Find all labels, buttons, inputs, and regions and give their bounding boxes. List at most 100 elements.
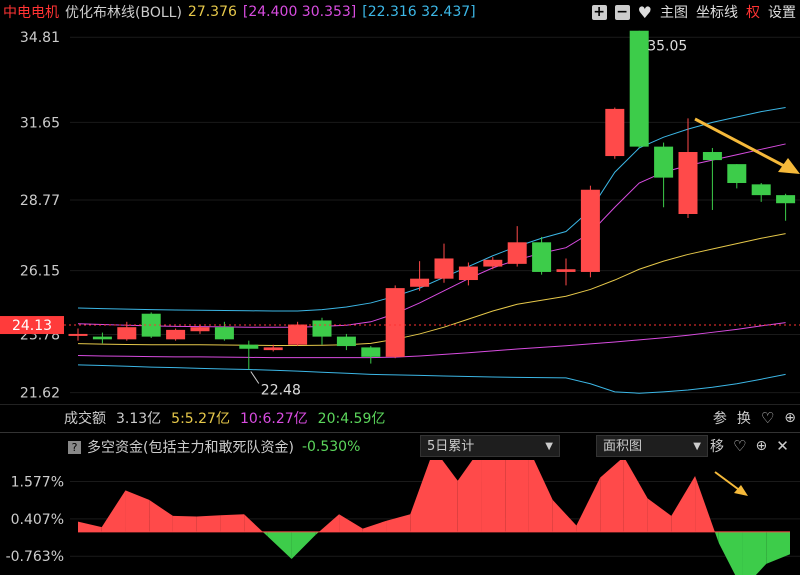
price-tick-label: 34.81 <box>20 30 60 46</box>
settings-button[interactable]: 设置 <box>768 2 796 22</box>
candle-body <box>702 152 722 161</box>
stock-name[interactable]: 中电电机 <box>3 2 59 22</box>
indicator-area-segment <box>220 514 245 532</box>
price-tick-label: 28.77 <box>20 193 60 209</box>
indicator-area-segment <box>262 531 268 537</box>
header-toolbar: + − ♥ 主图 坐标线 权 设置 <box>591 0 796 24</box>
current-price-label: 24.13 <box>12 318 52 334</box>
volume-ma10: 10:6.27亿 <box>239 411 308 427</box>
indicator-area <box>78 460 790 575</box>
boll-bands <box>77 107 786 394</box>
indicator-area-segment <box>339 514 363 532</box>
indicator-area-segment <box>434 460 458 532</box>
indicator-area-segment <box>291 531 316 560</box>
indicator-area-segment <box>481 460 506 532</box>
indicator-chart[interactable]: 1.577% 0.407% -0.763% <box>0 460 800 575</box>
zoom-icon[interactable]: ⊕ <box>755 438 767 454</box>
indicator-name-label[interactable]: 多空资金(包括主力和敢死队资金) <box>87 437 294 457</box>
indicator-area-segment <box>125 490 150 532</box>
favorite-heart-icon[interactable]: ♥ <box>638 3 652 22</box>
boll-line-mid <box>77 233 786 347</box>
indicator-tick-label: 0.407% <box>11 512 64 528</box>
low-price-pointer <box>250 371 260 384</box>
candle-body <box>507 242 527 264</box>
candle-body <box>312 320 332 337</box>
candle-body <box>336 336 356 347</box>
boll-line-lower1 <box>77 322 786 359</box>
zoom-in-icon[interactable]: + <box>591 4 607 20</box>
low-price-label: 22.48 <box>261 383 301 399</box>
volume-bar: 成交额 3.13亿 5:5.27亿 10:6.27亿 20:4.59亿 参 换 … <box>0 404 800 431</box>
boll-line-lower2 <box>77 364 786 394</box>
candle-body <box>385 288 405 357</box>
price-grid <box>70 36 800 394</box>
candle-body <box>556 269 576 272</box>
style-select-value: 面积图 <box>603 439 643 454</box>
indicator-value: -0.530% <box>301 439 361 455</box>
coordinate-line-button[interactable]: 坐标线 <box>696 2 738 22</box>
candle-body <box>727 164 747 184</box>
trend-arrow-line <box>694 117 791 171</box>
indicator-area-segment <box>600 460 624 532</box>
price-axis: 34.8131.6528.7726.1523.7821.62 <box>20 30 60 401</box>
candle-body <box>166 329 186 340</box>
candle-body <box>532 242 552 272</box>
close-icon[interactable]: ✕ <box>776 437 789 455</box>
period-select[interactable]: 5日累计 ▼ <box>420 435 560 457</box>
indicator-area-segment <box>576 477 601 532</box>
indicator-area-segment <box>671 475 696 532</box>
candle-body <box>580 189 600 272</box>
volume-ma5: 5:5.27亿 <box>171 411 230 427</box>
indicator-area-segment <box>742 531 767 575</box>
indicator-area-segment <box>386 514 411 532</box>
indicator-area-segment <box>528 460 553 532</box>
candle-body <box>605 108 625 157</box>
candle-body <box>751 184 771 196</box>
indicator-toolbar: 移 ♡ ⊕ ✕ <box>710 432 789 460</box>
candle-body <box>410 278 430 287</box>
indicator-area-segment <box>410 460 434 532</box>
price-chart[interactable]: 34.8131.6528.7726.1523.7821.62 35.0522.4… <box>0 24 800 404</box>
indicator-tick-label: -0.763% <box>6 549 64 565</box>
candle-body <box>288 324 308 345</box>
favorite-heart-icon[interactable]: ♡ <box>733 437 746 455</box>
candle-body <box>776 195 796 204</box>
help-icon[interactable]: ? <box>68 440 81 454</box>
candle-body <box>678 152 698 214</box>
rights-button[interactable]: 权 <box>746 2 760 22</box>
indicator-tick-label: 1.577% <box>11 474 64 490</box>
indicator-area-segment <box>647 498 672 532</box>
price-tick-label: 21.62 <box>20 386 60 402</box>
candle-body <box>190 327 210 332</box>
indicator-area-segment <box>172 515 197 532</box>
indicator-name[interactable]: 优化布林线(BOLL) <box>65 2 182 22</box>
indicator-axis: 1.577% 0.407% -0.763% <box>6 474 64 565</box>
indicator-area-segment <box>695 475 715 532</box>
candle-body <box>483 259 503 267</box>
indicator-area-segment <box>714 531 719 544</box>
indicator-area-segment <box>505 460 529 532</box>
indicator-area-segment <box>718 531 743 575</box>
indicator-area-segment <box>318 514 340 532</box>
indicator-area-segment <box>766 531 790 564</box>
candle-body <box>92 336 112 340</box>
candle-body <box>214 327 234 340</box>
favorite-heart-icon[interactable]: ♡ <box>761 409 774 427</box>
indicator-area-segment <box>623 460 648 532</box>
candle-body <box>629 30 649 147</box>
main-chart-button[interactable]: 主图 <box>660 2 688 22</box>
candle-body <box>117 327 137 340</box>
chevron-down-icon: ▼ <box>545 441 553 452</box>
move-button[interactable]: 移 <box>710 436 724 456</box>
chevron-down-icon: ▼ <box>693 441 701 452</box>
param-button[interactable]: 参 <box>713 408 727 428</box>
indicator-area-segment <box>101 490 126 532</box>
style-select[interactable]: 面积图 ▼ <box>596 435 708 457</box>
switch-button[interactable]: 换 <box>737 408 751 428</box>
zoom-out-icon[interactable]: − <box>614 4 630 20</box>
boll-mid-value: 27.376 <box>187 4 237 20</box>
indicator-area-segment <box>78 521 102 532</box>
candle-body <box>361 347 381 357</box>
candle-body <box>458 266 478 281</box>
zoom-icon[interactable]: ⊕ <box>784 410 796 426</box>
